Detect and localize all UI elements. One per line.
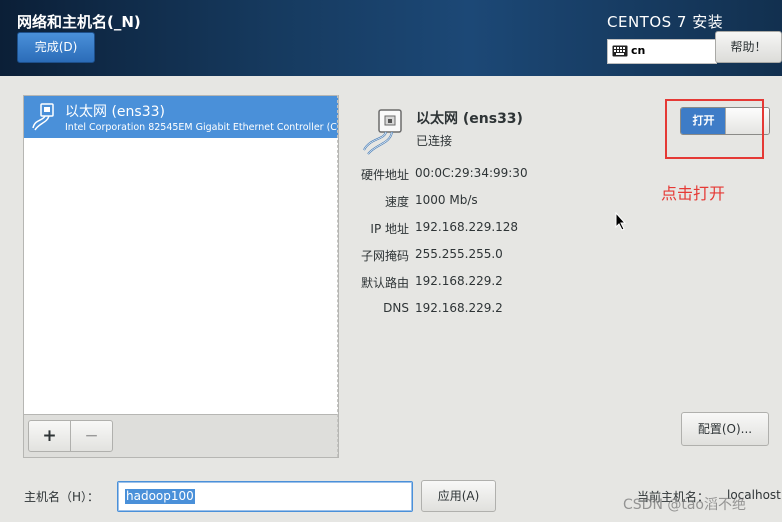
add-device-button[interactable]: + [28, 420, 71, 452]
info-label: 默认路由 [360, 276, 409, 290]
device-name: 以太网 (ens33) [65, 104, 165, 120]
info-value: 255.255.255.0 [415, 247, 503, 261]
watermark: CSDN @tao滔不绝 [623, 497, 746, 513]
help-button[interactable]: 帮助！ [715, 31, 782, 63]
device-description: Intel Corporation 82545EM Gigabit Ethern… [65, 122, 337, 133]
header-bar: 网络和主机名(_N) 完成(D) CENTOS 7 安装 cn 帮助！ [0, 0, 782, 76]
info-row-subnet-mask: 子网掩码 255.255.255.0 [340, 247, 640, 267]
network-device-list: 以太网 (ens33) Intel Corporation 82545EM Gi… [23, 95, 339, 415]
device-list-toolbar: + − [23, 415, 339, 458]
info-row-hardware-address: 硬件地址 00:0C:29:34:99:30 [340, 166, 640, 186]
info-value: 192.168.229.2 [415, 274, 503, 288]
list-item[interactable]: 以太网 (ens33) Intel Corporation 82545EM Gi… [24, 96, 338, 138]
ethernet-cable-icon [32, 103, 54, 131]
info-value: 1000 Mb/s [415, 193, 478, 207]
remove-device-button[interactable]: − [70, 420, 113, 452]
hostname-input-value: hadoop100 [125, 489, 195, 504]
info-row-default-route: 默认路由 192.168.229.2 [340, 274, 640, 294]
info-row-dns: DNS 192.168.229.2 [340, 301, 640, 321]
mouse-cursor-icon [615, 212, 627, 231]
done-button[interactable]: 完成(D) [17, 32, 95, 63]
page-title: 网络和主机名(_N) [17, 13, 141, 31]
panel-divider [337, 95, 338, 457]
keyboard-layout-label: cn [631, 44, 646, 57]
info-label: 子网掩码 [360, 249, 409, 263]
hostname-input[interactable]: hadoop100 [117, 481, 413, 512]
keyboard-layout-indicator[interactable]: cn [607, 39, 717, 64]
info-value: 192.168.229.2 [415, 301, 503, 315]
info-label: 速度 [384, 195, 409, 209]
info-row-ip-address: IP 地址 192.168.229.128 [340, 220, 640, 240]
info-label: DNS [383, 301, 409, 315]
connection-status: 已连接 [416, 134, 453, 148]
info-row-speed: 速度 1000 Mb/s [340, 193, 640, 213]
info-value: 192.168.229.128 [415, 220, 519, 234]
hostname-label: 主机名（H）： [24, 490, 100, 504]
info-label: 硬件地址 [360, 168, 409, 182]
annotation-text: 点击打开 [661, 184, 726, 203]
info-value: 00:0C:29:34:99:30 [415, 166, 528, 180]
annotation-highlight-box [665, 99, 764, 159]
configure-button[interactable]: 配置(O)... [681, 412, 769, 446]
product-title: CENTOS 7 安装 [607, 13, 724, 31]
info-label: IP 地址 [370, 222, 409, 236]
keyboard-icon [612, 45, 628, 57]
detail-device-name: 以太网 (ens33) [416, 111, 523, 127]
ethernet-cable-icon [363, 109, 402, 155]
apply-button[interactable]: 应用(A) [421, 480, 496, 512]
